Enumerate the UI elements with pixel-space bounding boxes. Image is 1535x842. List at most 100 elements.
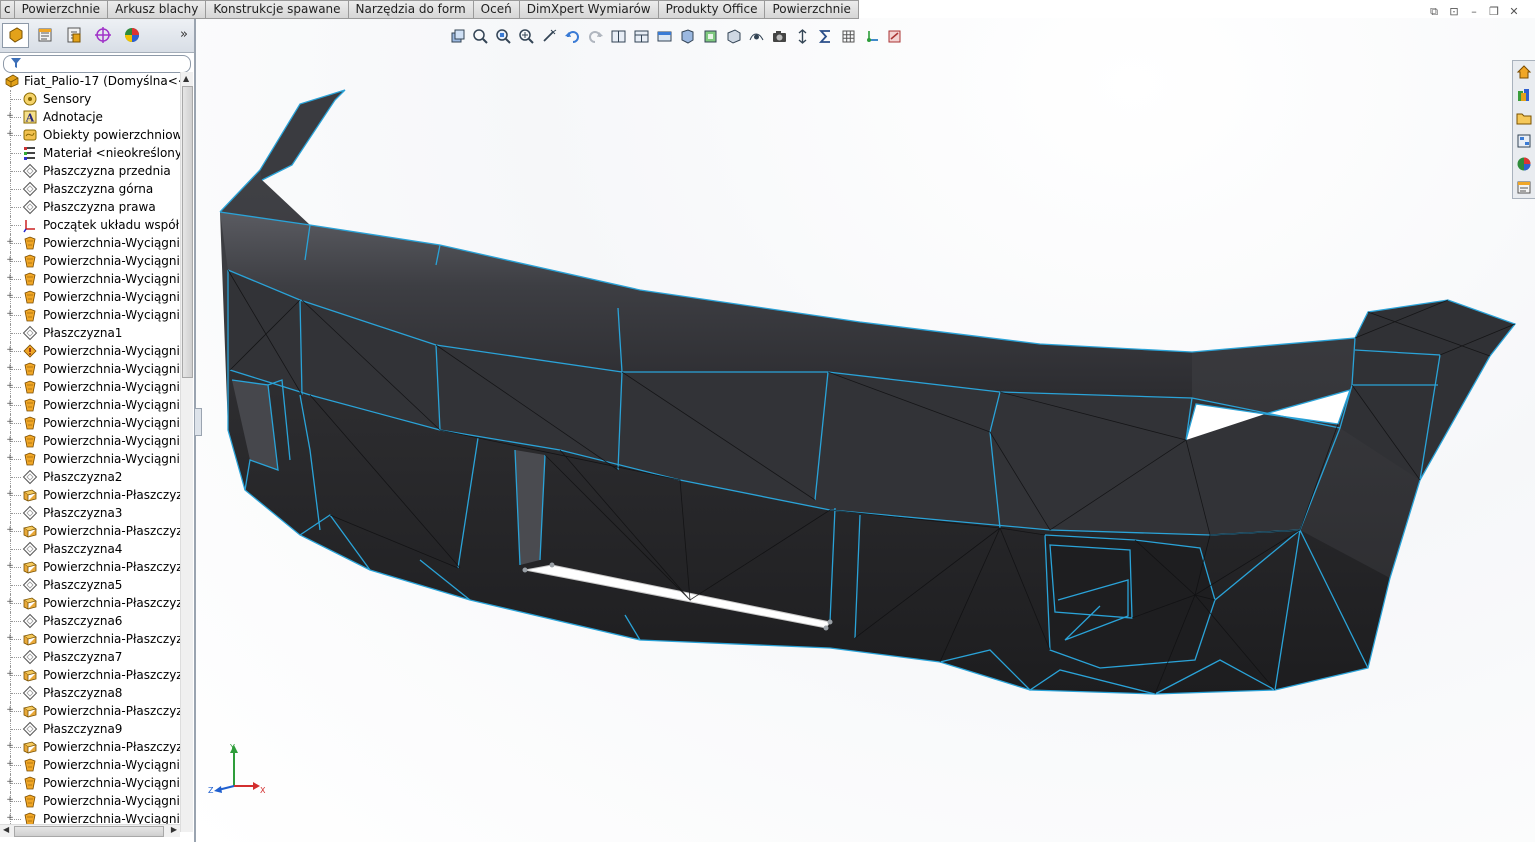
previous-view-button[interactable] bbox=[448, 27, 467, 46]
expand-icon[interactable]: + bbox=[6, 364, 14, 373]
expand-icon[interactable]: + bbox=[6, 112, 14, 121]
tree-item[interactable]: + Powierzchnia-Wyciągnięc bbox=[0, 774, 180, 792]
tree-root-part[interactable]: Fiat_Palio-17 (Domyślna<<D bbox=[0, 72, 180, 90]
view-orientation-button[interactable] bbox=[632, 27, 651, 46]
expand-icon[interactable]: + bbox=[6, 310, 14, 319]
tree-item[interactable]: + Powierzchnia-Płaszczyzna bbox=[0, 666, 180, 684]
expand-icon[interactable]: + bbox=[6, 382, 14, 391]
expand-icon[interactable]: + bbox=[6, 292, 14, 301]
expand-icon[interactable]: + bbox=[6, 814, 14, 823]
close-icon[interactable]: ✕ bbox=[1507, 5, 1521, 18]
expand-icon[interactable]: + bbox=[6, 670, 14, 679]
horizontal-scroll-thumb[interactable] bbox=[14, 826, 164, 837]
tree-item[interactable]: Płaszczyzna4 bbox=[0, 540, 180, 558]
command-tab[interactable]: c bbox=[0, 0, 15, 19]
tree-item[interactable]: + Powierzchnia-Wyciągnięc bbox=[0, 396, 180, 414]
feature-manager-tab[interactable] bbox=[2, 22, 29, 48]
display-style-button[interactable] bbox=[655, 27, 674, 46]
camera-button[interactable] bbox=[770, 27, 789, 46]
custom-properties-tab[interactable] bbox=[1513, 176, 1535, 198]
tree-item[interactable]: + Powierzchnia-Wyciągnięc bbox=[0, 306, 180, 324]
tree-item[interactable]: Płaszczyzna9 bbox=[0, 720, 180, 738]
expand-icon[interactable]: + bbox=[6, 418, 14, 427]
scroll-left-icon[interactable]: ◀ bbox=[3, 825, 9, 834]
scroll-right-icon[interactable]: ▶ bbox=[171, 825, 177, 834]
vertical-scroll-thumb[interactable] bbox=[182, 86, 193, 378]
command-tab[interactable]: Powierzchnie bbox=[765, 0, 859, 19]
zoom-to-fit-button[interactable] bbox=[471, 27, 490, 46]
tree-item[interactable]: Sensory bbox=[0, 90, 180, 108]
hide-show-button[interactable] bbox=[678, 27, 697, 46]
section-view-button[interactable] bbox=[609, 27, 628, 46]
zoom-to-area-button[interactable] bbox=[494, 27, 513, 46]
measure-button[interactable] bbox=[793, 27, 812, 46]
expand-icon[interactable]: + bbox=[6, 454, 14, 463]
tree-item[interactable]: + A Adnotacje bbox=[0, 108, 180, 126]
tree-item[interactable]: + Powierzchnia-Wyciągnięc bbox=[0, 414, 180, 432]
appearances-tab[interactable] bbox=[1513, 153, 1535, 175]
triad-button[interactable] bbox=[862, 27, 881, 46]
tree-item[interactable]: Płaszczyzna6 bbox=[0, 612, 180, 630]
expand-icon[interactable]: + bbox=[6, 598, 14, 607]
file-explorer-tab[interactable] bbox=[1513, 107, 1535, 129]
display-manager-tab[interactable] bbox=[118, 23, 145, 48]
tree-item[interactable]: Płaszczyzna3 bbox=[0, 504, 180, 522]
redo-button[interactable] bbox=[586, 27, 605, 46]
expand-icon[interactable]: + bbox=[6, 346, 14, 355]
tree-item[interactable]: Płaszczyzna1 bbox=[0, 324, 180, 342]
expand-icon[interactable]: + bbox=[6, 400, 14, 409]
command-tab[interactable]: Powierzchnie bbox=[14, 0, 109, 19]
expand-icon[interactable]: + bbox=[6, 130, 14, 139]
view-palette-tab[interactable] bbox=[1513, 130, 1535, 152]
tree-item[interactable]: + Powierzchnia-Wyciągnięc bbox=[0, 792, 180, 810]
tree-item[interactable]: + Powierzchnia-Wyciągnięc bbox=[0, 342, 180, 360]
sum-button[interactable] bbox=[816, 27, 835, 46]
expand-icon[interactable]: + bbox=[6, 706, 14, 715]
feature-tree-vertical-scrollbar[interactable]: ▲ bbox=[180, 72, 193, 832]
expand-icon[interactable]: + bbox=[6, 526, 14, 535]
design-library-tab[interactable] bbox=[1513, 84, 1535, 106]
command-tab[interactable]: Arkusz blachy bbox=[108, 0, 207, 19]
command-tab[interactable]: Oceń bbox=[473, 0, 520, 19]
home-tab[interactable] bbox=[1513, 61, 1535, 83]
tree-item[interactable]: + Powierzchnia-Płaszczyzna bbox=[0, 522, 180, 540]
configuration-manager-tab[interactable] bbox=[60, 23, 87, 48]
command-tab[interactable]: Konstrukcje spawane bbox=[206, 0, 349, 19]
tree-item[interactable]: Płaszczyzna8 bbox=[0, 684, 180, 702]
dimxpert-tab[interactable] bbox=[89, 23, 116, 48]
zoom-in-out-button[interactable] bbox=[517, 27, 536, 46]
tree-item[interactable]: Płaszczyzna przednia bbox=[0, 162, 180, 180]
restore-icon[interactable]: ⧉ bbox=[1427, 5, 1441, 18]
tree-item[interactable]: + Obiekty powierzchniowe( bbox=[0, 126, 180, 144]
tree-item[interactable]: Materiał <nieokreślony> bbox=[0, 144, 180, 162]
expand-icon[interactable]: + bbox=[6, 274, 14, 283]
scroll-up-icon[interactable]: ▲ bbox=[183, 74, 189, 83]
graphics-area[interactable]: Y X Z bbox=[195, 18, 1535, 842]
expand-icon[interactable]: + bbox=[6, 760, 14, 769]
undo-button[interactable] bbox=[563, 27, 582, 46]
tree-item[interactable]: + Powierzchnia-Wyciągnięc bbox=[0, 432, 180, 450]
tree-item[interactable]: + Powierzchnia-Płaszczyzna bbox=[0, 738, 180, 756]
tree-item[interactable]: + Powierzchnia-Płaszczyzna bbox=[0, 630, 180, 648]
tree-item[interactable]: + Powierzchnia-Płaszczyzna bbox=[0, 702, 180, 720]
rotate-button[interactable] bbox=[540, 27, 559, 46]
tree-item[interactable]: + Powierzchnia-Wyciągnięc bbox=[0, 288, 180, 306]
tree-item[interactable]: Płaszczyzna prawa bbox=[0, 198, 180, 216]
tree-item[interactable]: + Powierzchnia-Płaszczyzna bbox=[0, 558, 180, 576]
more-tabs-button[interactable]: » bbox=[180, 27, 188, 42]
minimize-icon[interactable]: – bbox=[1467, 5, 1481, 18]
tree-item[interactable]: Początek układu współrzę bbox=[0, 216, 180, 234]
command-tab[interactable]: DimXpert Wymiarów bbox=[519, 0, 659, 19]
tree-item[interactable]: + Powierzchnia-Wyciągnięc bbox=[0, 756, 180, 774]
tree-item[interactable]: + Powierzchnia-Wyciągnięc bbox=[0, 234, 180, 252]
tree-item[interactable]: + Powierzchnia-Wyciągnięc bbox=[0, 270, 180, 288]
tree-item[interactable]: Płaszczyzna górna bbox=[0, 180, 180, 198]
tools-button[interactable] bbox=[885, 27, 904, 46]
scene-button[interactable] bbox=[724, 27, 743, 46]
tree-item[interactable]: + Powierzchnia-Wyciągnięc bbox=[0, 450, 180, 468]
tree-item[interactable]: + Powierzchnia-Wyciągnięc bbox=[0, 252, 180, 270]
grid-button[interactable] bbox=[839, 27, 858, 46]
view-settings-button[interactable] bbox=[747, 27, 766, 46]
expand-icon[interactable]: + bbox=[6, 436, 14, 445]
tree-item[interactable]: + Powierzchnia-Płaszczyzna bbox=[0, 594, 180, 612]
